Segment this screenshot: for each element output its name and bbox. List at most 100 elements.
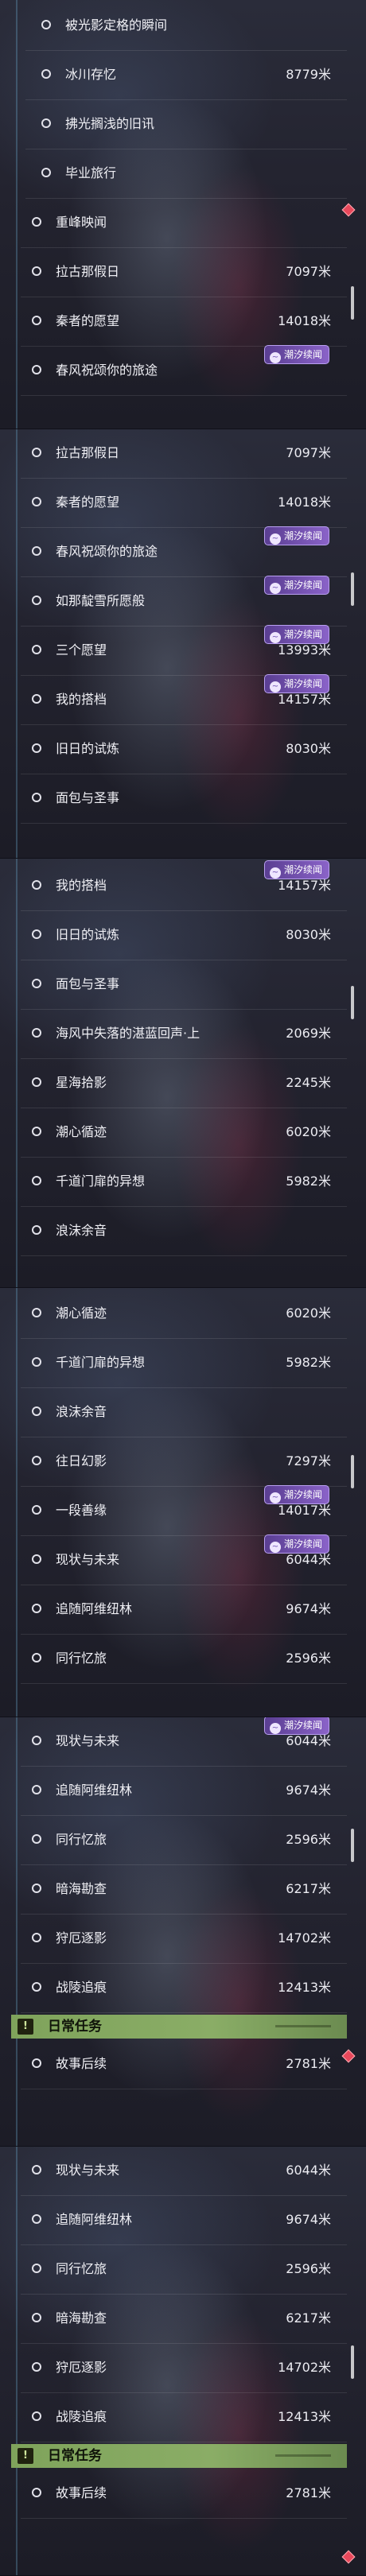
- quest-row[interactable]: 狩厄逐影 14702米: [21, 1915, 347, 1964]
- quest-distance: 5982米: [286, 1174, 331, 1189]
- quest-row[interactable]: 潮心循迹 6020米: [21, 1108, 347, 1158]
- quest-row[interactable]: 星海拾影 2245米: [21, 1059, 347, 1108]
- quest-distance: 7097米: [286, 445, 331, 460]
- quest-row[interactable]: 拂光搁浅的旧讯: [25, 100, 347, 149]
- diamond-icon: [341, 2550, 356, 2564]
- quest-row[interactable]: 同行忆旅 2596米: [21, 1635, 347, 1684]
- badge-label: 潮汐续闻: [283, 864, 322, 875]
- quest-row[interactable]: 冰川存忆 8779米: [25, 51, 347, 100]
- quest-group-rail: [16, 1717, 18, 2147]
- badge-label: 潮汐续闻: [283, 1538, 322, 1550]
- quest-row[interactable]: 现状与未来 6044米 ~ 潮汐续闻: [21, 1717, 347, 1767]
- quest-name: 狩厄逐影: [56, 1930, 107, 1946]
- header-decoration: [275, 2454, 331, 2457]
- quest-name: 同行忆旅: [56, 1651, 107, 1666]
- quest-row[interactable]: 现状与未来 6044米 ~ 潮汐续闻: [21, 1534, 347, 1585]
- quest-distance: 2781米: [286, 2485, 331, 2500]
- scrollbar-thumb[interactable]: [351, 2345, 354, 2379]
- quest-row[interactable]: 故事后续 2781米: [21, 2469, 347, 2519]
- quest-name: 面包与圣事: [56, 790, 120, 805]
- quest-row[interactable]: 潮心循迹 6020米: [21, 1290, 347, 1339]
- quest-distance: 2245米: [286, 1075, 331, 1090]
- quest-row[interactable]: 被光影定格的瞬间: [25, 2, 347, 51]
- quest-row[interactable]: 毕业旅行: [25, 149, 347, 199]
- quest-row[interactable]: 同行忆旅 2596米: [21, 2245, 347, 2295]
- ring-icon: [32, 1933, 41, 1942]
- quest-row[interactable]: 面包与圣事: [21, 960, 347, 1010]
- quest-group-rail: [16, 0, 18, 429]
- quest-row[interactable]: 追随阿维纽林 9674米: [21, 2196, 347, 2245]
- tide-icon: ~: [269, 867, 281, 879]
- quest-name: 同行忆旅: [56, 1832, 107, 1847]
- quest-row[interactable]: 千道门扉的异想 5982米: [21, 1158, 347, 1207]
- ring-icon: [32, 2488, 41, 2497]
- quest-row[interactable]: 千道门扉的异想 5982米: [21, 1339, 347, 1388]
- quest-row[interactable]: 我的搭档 14157米 ~ 潮汐续闻: [21, 674, 347, 725]
- quest-row[interactable]: 现状与未来 6044米: [21, 2147, 347, 2196]
- quest-list-panel: 现状与未来 6044米 追随阿维纽林 9674米 同行忆旅 2596米 暗海勘查 6217米狩…: [0, 2147, 366, 2576]
- quest-row[interactable]: 海风中失落的湛蓝回声·上 2069米: [21, 1010, 347, 1059]
- quest-row[interactable]: 追随阿维纽林 9674米: [21, 1585, 347, 1635]
- quest-row[interactable]: 春风祝颂你的旅途 ~ 潮汐续闻: [21, 345, 347, 396]
- quest-row[interactable]: 浪沫余音: [21, 1207, 347, 1256]
- quest-row[interactable]: 暗海勘查 6217米: [21, 1865, 347, 1915]
- quest-row[interactable]: 故事后续 2781米: [21, 2040, 347, 2089]
- quest-row[interactable]: 旧日的试炼 8030米: [21, 725, 347, 774]
- quest-row[interactable]: 如那靛雪所愿般 ~ 潮汐续闻: [21, 576, 347, 627]
- category-header-daily[interactable]: ! 日常任务: [11, 2015, 347, 2039]
- ring-icon: [32, 929, 41, 939]
- tide-continuation-badge: ~ 潮汐续闻: [263, 1485, 329, 1504]
- quest-list-panel: 我的搭档 14157米 ~ 潮汐续闻 旧日的试炼 8030米 面包与圣事 海风中失落的湛蓝回声…: [0, 859, 366, 1288]
- quest-row[interactable]: 浪沫余音: [21, 1388, 347, 1437]
- tide-icon: ~: [269, 632, 281, 643]
- quest-row[interactable]: 同行忆旅 2596米: [21, 1816, 347, 1865]
- quest-row[interactable]: 秦者的愿望 14018米: [21, 297, 347, 347]
- quest-row[interactable]: 旧日的试炼 8030米: [21, 911, 347, 960]
- quest-row[interactable]: 秦者的愿望 14018米: [21, 479, 347, 528]
- ring-icon: [32, 2313, 41, 2322]
- quest-row[interactable]: 战陵追痕 12413米: [21, 2393, 347, 2442]
- quest-icon: !: [18, 2019, 33, 2035]
- quest-name: 暗海勘查: [56, 1881, 107, 1896]
- quest-row[interactable]: 我的搭档 14157米 ~ 潮汐续闻: [21, 860, 347, 911]
- quest-row[interactable]: 战陵追痕 12413米: [21, 1964, 347, 2013]
- quest-icon: !: [18, 2448, 33, 2464]
- scrollbar-thumb[interactable]: [351, 286, 354, 320]
- badge-label: 潮汐续闻: [283, 349, 322, 360]
- quest-row[interactable]: 一段善缘 14017米 ~ 潮汐续闻: [21, 1485, 347, 1536]
- quest-name: 春风祝颂你的旅途: [56, 363, 158, 378]
- ring-icon: [32, 497, 41, 506]
- quest-name: 潮心循迹: [56, 1124, 107, 1139]
- ring-icon: [32, 1604, 41, 1613]
- quest-row[interactable]: 狩厄逐影 14702米: [21, 2344, 347, 2393]
- tide-icon: ~: [269, 1723, 281, 1734]
- ring-icon: [32, 1225, 41, 1235]
- quest-distance: 2596米: [286, 1832, 331, 1847]
- quest-row[interactable]: 往日幻影 7297米: [21, 1437, 347, 1487]
- quest-row[interactable]: 面包与圣事: [21, 774, 347, 824]
- quest-row[interactable]: 追随阿维纽林 9674米: [21, 1767, 347, 1816]
- category-header-daily[interactable]: ! 日常任务: [11, 2444, 347, 2468]
- ring-icon: [32, 743, 41, 753]
- ring-icon: [32, 2214, 41, 2224]
- ring-icon: [32, 546, 41, 556]
- quest-distance: 12413米: [278, 1980, 331, 1995]
- quest-name: 故事后续: [56, 2056, 107, 2071]
- scrollbar-thumb[interactable]: [351, 1829, 354, 1862]
- ring-icon: [32, 217, 41, 227]
- tide-continuation-badge: ~ 潮汐续闻: [263, 625, 329, 644]
- quest-row[interactable]: 重峰映闻: [21, 199, 347, 248]
- tide-continuation-badge: ~ 潮汐续闻: [263, 1717, 329, 1735]
- ring-icon: [41, 69, 51, 79]
- tide-continuation-badge: ~ 潮汐续闻: [263, 860, 329, 879]
- scrollbar-thumb[interactable]: [351, 572, 354, 606]
- scrollbar-thumb[interactable]: [351, 986, 354, 1019]
- quest-row[interactable]: 拉古那假日 7097米: [21, 429, 347, 479]
- quest-row[interactable]: 暗海勘查 6217米: [21, 2295, 347, 2344]
- quest-row[interactable]: 春风祝颂你的旅途 ~ 潮汐续闻: [21, 526, 347, 577]
- quest-name: 秦者的愿望: [56, 495, 120, 510]
- quest-name: 现状与未来: [56, 1552, 120, 1567]
- scrollbar-thumb[interactable]: [351, 1455, 354, 1488]
- quest-row[interactable]: 三个愿望 13993米 ~ 潮汐续闻: [21, 625, 347, 676]
- quest-row[interactable]: 拉古那假日 7097米: [21, 248, 347, 297]
